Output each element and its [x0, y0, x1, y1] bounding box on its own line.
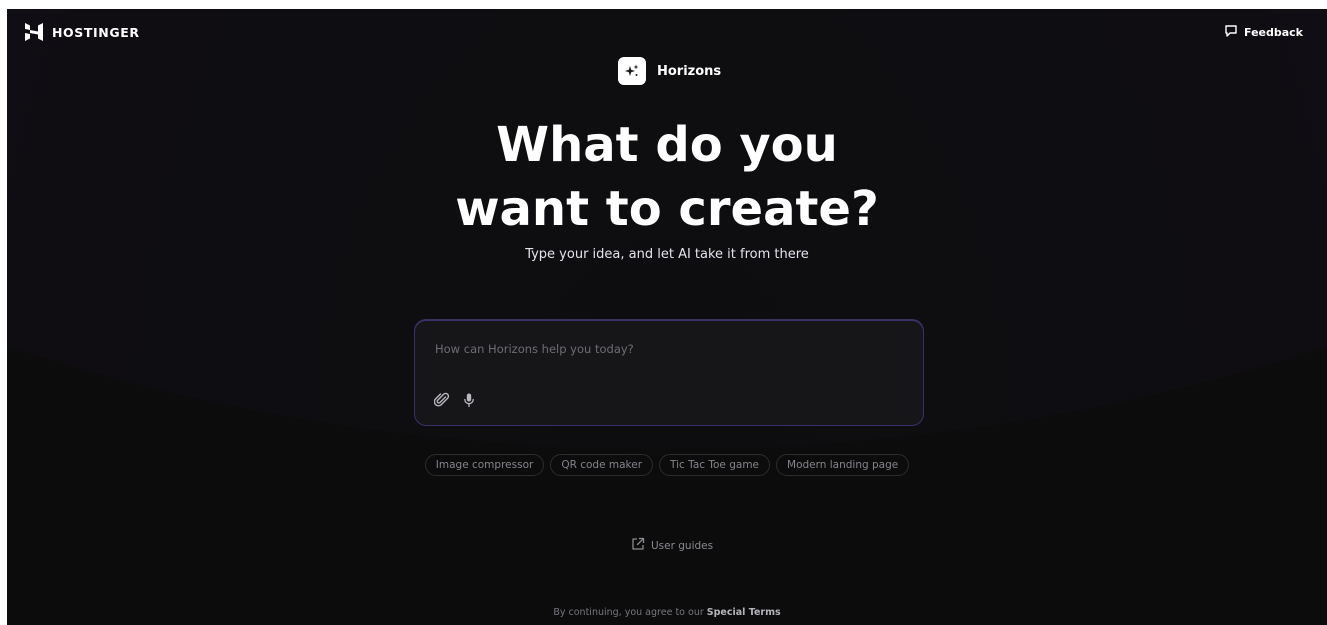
user-guides-label: User guides: [651, 539, 714, 552]
page-subtitle: Type your idea, and let AI take it from …: [525, 247, 809, 262]
microphone-icon[interactable]: [460, 391, 478, 409]
page-title: What do you want to create?: [7, 113, 1327, 241]
suggestion-chip-tic-tac-toe[interactable]: Tic Tac Toe game: [659, 454, 771, 476]
title-line-2: want to create?: [455, 181, 879, 237]
feedback-button[interactable]: Feedback: [1224, 24, 1303, 41]
top-bar: HOSTINGER Feedback: [7, 9, 1327, 55]
prompt-container: [414, 320, 924, 426]
sparkles-icon: [618, 57, 646, 85]
terms-footer: By continuing, you agree to our Special …: [7, 607, 1327, 618]
hostinger-logo[interactable]: HOSTINGER: [24, 22, 140, 42]
suggestion-chip-landing-page[interactable]: Modern landing page: [776, 454, 910, 476]
brand-name: Horizons: [657, 63, 722, 79]
suggestion-chip-image-compressor[interactable]: Image compressor: [424, 454, 545, 476]
horizons-brand: Horizons: [618, 57, 721, 85]
feedback-label: Feedback: [1244, 26, 1303, 39]
paperclip-icon[interactable]: [433, 391, 451, 409]
terms-prefix: By continuing, you agree to our: [553, 607, 704, 618]
external-link-icon: [631, 537, 645, 554]
special-terms-link[interactable]: Special Terms: [707, 607, 781, 618]
suggestion-chips: Image compressor QR code maker Tic Tac T…: [7, 454, 1327, 476]
logo-text: HOSTINGER: [52, 24, 140, 40]
prompt-input[interactable]: [433, 341, 907, 357]
hostinger-h-icon: [24, 22, 44, 42]
title-line-1: What do you: [496, 117, 838, 173]
app-frame: HOSTINGER Feedback Horizons What do you …: [7, 9, 1327, 625]
suggestion-chip-qr-code-maker[interactable]: QR code maker: [550, 454, 654, 476]
chat-bubble-icon: [1224, 24, 1238, 41]
user-guides-link[interactable]: User guides: [631, 537, 713, 554]
